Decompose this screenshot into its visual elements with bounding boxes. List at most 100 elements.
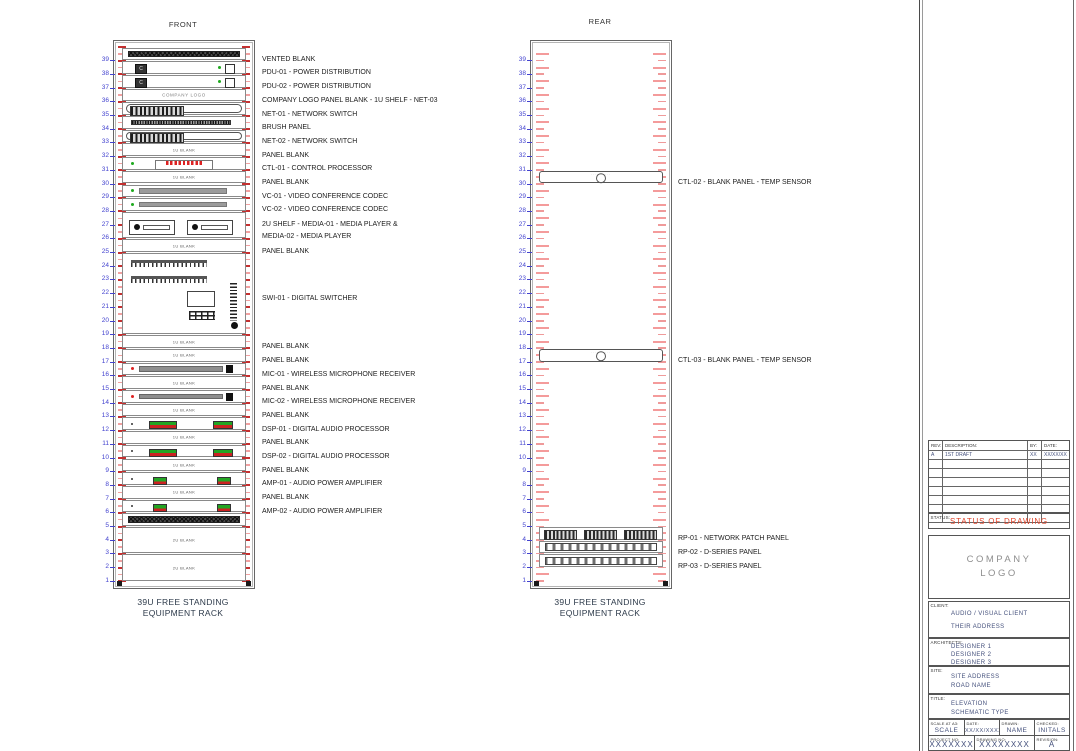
rack-tick xyxy=(653,491,666,493)
rack-unit-label-line: AMP-01 - AUDIO POWER AMPLIFIER xyxy=(262,478,382,490)
rack-tick xyxy=(536,224,544,226)
blank-panel-text: 1U BLANK xyxy=(123,462,245,467)
rack-unit-number: 36 xyxy=(94,97,109,105)
rack-tick xyxy=(536,183,544,185)
rack-unit-leader xyxy=(110,567,115,568)
company-logo-panel-text: COMPANY LOGO xyxy=(123,92,245,97)
rack-unit-panel-mic xyxy=(122,363,246,376)
status-led xyxy=(131,395,134,398)
rack-unit-number: 7 xyxy=(511,495,526,503)
rack-unit-number: 39 xyxy=(94,56,109,64)
rack-unit-leader xyxy=(527,60,532,61)
rack-unit-number: 1 xyxy=(511,577,526,585)
front-caption-line2: EQUIPMENT RACK xyxy=(93,608,273,619)
rack-unit-number: 10 xyxy=(94,454,109,462)
amp-io-block xyxy=(217,477,231,485)
blank-panel-text: 1U BLANK xyxy=(123,435,245,440)
rack-unit-leader xyxy=(527,485,532,486)
status-led xyxy=(131,162,134,165)
rack-unit-number: 35 xyxy=(94,111,109,119)
rack-tick xyxy=(658,306,666,308)
site-box: SITE: SITE ADDRESS ROAD NAME xyxy=(928,666,1070,694)
rack-unit-number: 14 xyxy=(511,399,526,407)
dseries-port-row xyxy=(545,557,657,565)
rack-tick xyxy=(536,512,544,514)
rack-unit-leader xyxy=(110,485,115,486)
codec-vent-bar xyxy=(139,202,227,208)
rack-tick xyxy=(536,519,549,521)
rack-tick xyxy=(653,149,666,151)
rack-unit-label: RP-02 - D-SERIES PANEL xyxy=(678,547,762,559)
rack-tick xyxy=(536,306,544,308)
rack-tick xyxy=(653,121,666,123)
rack-tick xyxy=(658,389,666,391)
rack-tick xyxy=(653,190,666,192)
rack-tick xyxy=(536,299,549,301)
revision-table-cell xyxy=(943,469,1028,478)
rack-unit-panel-brush xyxy=(122,116,246,129)
rack-unit-panel-swi xyxy=(122,253,246,334)
rack-tick xyxy=(536,423,549,425)
rack-unit-leader xyxy=(110,266,115,267)
rack-unit-leader xyxy=(527,238,532,239)
rack-unit-number: 34 xyxy=(94,125,109,133)
title-label: TITLE: xyxy=(931,696,946,701)
revision-table-cell: A xyxy=(929,451,943,460)
rack-unit-label-line: PANEL BLANK xyxy=(262,355,309,367)
rack-tick xyxy=(536,491,549,493)
status-dot xyxy=(131,505,133,507)
rack-unit-label-line: MIC-01 - WIRELESS MICROPHONE RECEIVER xyxy=(262,369,415,381)
switcher-card-row xyxy=(131,260,207,267)
rack-unit-number: 5 xyxy=(511,522,526,530)
front-rack-caption: 39U FREE STANDING EQUIPMENT RACK xyxy=(93,597,273,619)
rack-unit-label-line: DSP-02 - DIGITAL AUDIO PROCESSOR xyxy=(262,451,390,463)
rack-tick xyxy=(658,142,666,144)
rack-unit-label: BRUSH PANEL xyxy=(262,122,311,134)
rack-tick xyxy=(536,265,544,267)
date-label: DATE: xyxy=(967,721,979,726)
media-player xyxy=(129,220,175,235)
media-player-slot xyxy=(143,225,170,230)
rack-unit-label: VC-01 - VIDEO CONFERENCE CODEC xyxy=(262,191,388,203)
blank-panel-text: 1U BLANK xyxy=(123,243,245,248)
revision-table-cell xyxy=(929,487,943,496)
rack-unit-label-line: 2U SHELF - MEDIA-01 - MEDIA PLAYER & xyxy=(262,219,398,231)
rack-unit-panel-patch xyxy=(539,527,663,540)
rack-tick xyxy=(536,430,544,432)
rack-unit-number: 28 xyxy=(511,207,526,215)
revision-table-cell xyxy=(929,496,943,505)
rack-unit-leader xyxy=(527,129,532,130)
client-address: THEIR ADDRESS xyxy=(951,622,1028,632)
rack-unit-label: PANEL BLANK xyxy=(262,177,309,189)
rack-unit-label-line: MIC-02 - WIRELESS MICROPHONE RECEIVER xyxy=(262,396,415,408)
rack-tick xyxy=(536,121,549,123)
rack-unit-number: 8 xyxy=(94,481,109,489)
rack-unit-label: RP-01 - NETWORK PATCH PANEL xyxy=(678,533,789,545)
rack-unit-number: 10 xyxy=(511,454,526,462)
rack-unit-number: 35 xyxy=(511,111,526,119)
rack-tick xyxy=(536,327,549,329)
rack-unit-leader xyxy=(527,266,532,267)
rack-unit-leader xyxy=(110,170,115,171)
rack-tick xyxy=(536,457,544,459)
drawing-sheet: FRONT 3938373635343332313029282726252423… xyxy=(0,0,1076,751)
rack-tick xyxy=(536,368,549,370)
rack-unit-number: 7 xyxy=(94,495,109,503)
client-name: AUDIO / VISUAL CLIENT xyxy=(951,609,1028,619)
rack-tick xyxy=(536,197,544,199)
rack-unit-label: PANEL BLANK xyxy=(262,465,309,477)
rack-unit-leader xyxy=(527,156,532,157)
rack-unit-number: 27 xyxy=(511,221,526,229)
rack-unit-leader xyxy=(527,307,532,308)
rack-unit-leader xyxy=(527,430,532,431)
rack-tick xyxy=(653,299,666,301)
rack-unit-label-line: CTL-01 - CONTROL PROCESSOR xyxy=(262,163,372,175)
rack-tick xyxy=(536,505,549,507)
rack-unit-leader xyxy=(527,170,532,171)
rack-unit-leader xyxy=(527,115,532,116)
rack-unit-number: 28 xyxy=(94,207,109,215)
rack-tick xyxy=(536,101,544,103)
revision-table-cell xyxy=(1028,496,1042,505)
rack-tick xyxy=(536,416,544,418)
rear-rack-elevation: 3938373635343332313029282726252423222120… xyxy=(530,40,672,589)
